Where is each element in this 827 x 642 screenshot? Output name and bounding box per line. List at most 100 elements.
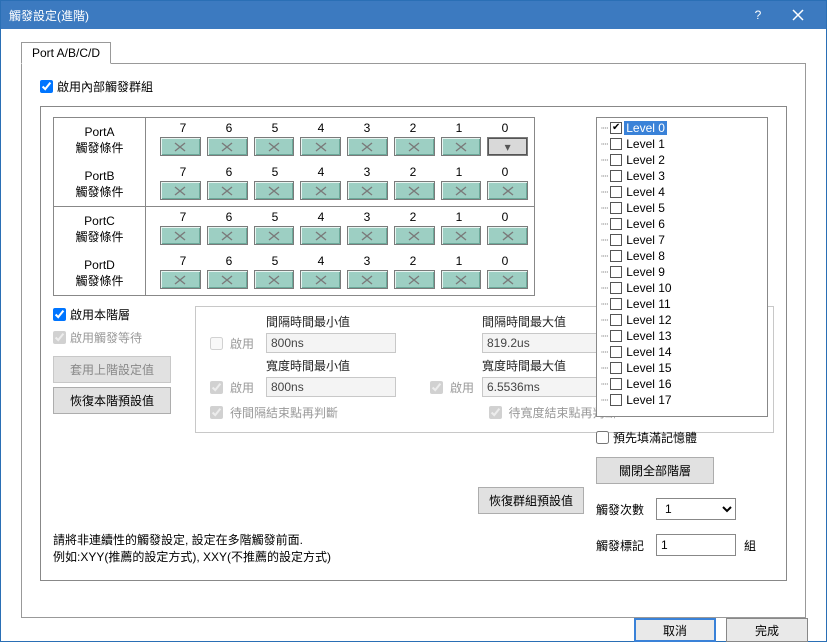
- level-item[interactable]: ┈Level 9: [601, 264, 765, 280]
- bit-cell[interactable]: ▾: [487, 137, 528, 156]
- enable-group-input[interactable]: [40, 80, 53, 93]
- level-checkbox[interactable]: [610, 138, 622, 150]
- bit-cell[interactable]: [394, 137, 435, 156]
- bit-cell[interactable]: [207, 226, 248, 245]
- dontcare-icon: [173, 230, 187, 242]
- bit-cell[interactable]: [300, 181, 341, 200]
- bit-cell[interactable]: [160, 181, 201, 200]
- level-checkbox[interactable]: [610, 186, 622, 198]
- bit-cell[interactable]: [207, 270, 248, 289]
- level-item[interactable]: ┈Level 10: [601, 280, 765, 296]
- level-label: Level 0: [624, 121, 667, 135]
- level-tree[interactable]: ┈✔Level 0┈Level 1┈Level 2┈Level 3┈Level …: [596, 117, 768, 417]
- level-checkbox[interactable]: [610, 362, 622, 374]
- bit-header-cell: 3: [344, 254, 390, 268]
- level-item[interactable]: ┈Level 14: [601, 344, 765, 360]
- close-button[interactable]: [778, 1, 818, 29]
- level-item[interactable]: ┈Level 2: [601, 152, 765, 168]
- bit-cell[interactable]: [347, 181, 388, 200]
- tab-panel: 啟用內部觸發群組 PortA觸發條件76543210▾PortB觸發條件7654…: [21, 63, 806, 618]
- bit-cell[interactable]: [487, 226, 528, 245]
- prefill-mem-input[interactable]: [596, 431, 609, 444]
- bit-cell[interactable]: [207, 137, 248, 156]
- bit-cell[interactable]: [300, 270, 341, 289]
- ok-button[interactable]: 完成: [726, 618, 808, 642]
- right-column: ┈✔Level 0┈Level 1┈Level 2┈Level 3┈Level …: [596, 117, 768, 556]
- level-checkbox[interactable]: [610, 154, 622, 166]
- level-item[interactable]: ┈Level 7: [601, 232, 765, 248]
- level-item[interactable]: ┈Level 8: [601, 248, 765, 264]
- level-item[interactable]: ┈Level 5: [601, 200, 765, 216]
- tab-ports[interactable]: Port A/B/C/D: [21, 42, 111, 64]
- trigger-mark-input[interactable]: [656, 534, 736, 556]
- help-button[interactable]: ?: [738, 1, 778, 29]
- prefill-mem-checkbox[interactable]: 預先填滿記憶體: [596, 429, 697, 446]
- bit-cell[interactable]: [347, 270, 388, 289]
- level-item[interactable]: ┈Level 11: [601, 296, 765, 312]
- level-checkbox[interactable]: [610, 250, 622, 262]
- trigger-count-select[interactable]: 1: [656, 498, 736, 520]
- level-checkbox[interactable]: [610, 298, 622, 310]
- level-item[interactable]: ┈✔Level 0: [601, 120, 765, 136]
- enable-group-checkbox[interactable]: 啟用內部觸發群組: [40, 78, 153, 95]
- level-checkbox[interactable]: [610, 394, 622, 406]
- level-item[interactable]: ┈Level 1: [601, 136, 765, 152]
- level-tree-scroll[interactable]: ┈✔Level 0┈Level 1┈Level 2┈Level 3┈Level …: [597, 118, 767, 416]
- level-checkbox[interactable]: [610, 330, 622, 342]
- level-item[interactable]: ┈Level 13: [601, 328, 765, 344]
- level-checkbox[interactable]: ✔: [610, 122, 622, 134]
- level-checkbox[interactable]: [610, 266, 622, 278]
- restore-layer-button[interactable]: 恢復本階預設值: [53, 387, 171, 414]
- level-item[interactable]: ┈Level 6: [601, 216, 765, 232]
- bit-cell[interactable]: [254, 270, 295, 289]
- bit-cell[interactable]: [347, 226, 388, 245]
- bit-header-cell: 1: [436, 121, 482, 135]
- bit-cell[interactable]: [254, 137, 295, 156]
- bit-cell[interactable]: [254, 226, 295, 245]
- level-item[interactable]: ┈Level 15: [601, 360, 765, 376]
- level-checkbox[interactable]: [610, 234, 622, 246]
- bit-header: 76543210: [160, 254, 528, 268]
- bit-cell[interactable]: [487, 270, 528, 289]
- level-checkbox[interactable]: [610, 170, 622, 182]
- tree-branch-icon: ┈: [601, 169, 608, 183]
- restore-group-default-button[interactable]: 恢復群組預設值: [478, 487, 584, 514]
- level-checkbox[interactable]: [610, 218, 622, 230]
- bit-cell[interactable]: [487, 181, 528, 200]
- bit-cell[interactable]: [394, 270, 435, 289]
- level-item[interactable]: ┈Level 16: [601, 376, 765, 392]
- level-checkbox[interactable]: [610, 202, 622, 214]
- enable-layer-checkbox[interactable]: 啟用本階層: [53, 306, 185, 323]
- level-item[interactable]: ┈Level 3: [601, 168, 765, 184]
- bit-cell[interactable]: [441, 270, 482, 289]
- bit-cell[interactable]: [160, 137, 201, 156]
- bit-cell[interactable]: [394, 181, 435, 200]
- close-all-layers-button[interactable]: 關閉全部階層: [596, 457, 714, 484]
- bit-cell[interactable]: [160, 226, 201, 245]
- bit-cell[interactable]: [441, 137, 482, 156]
- level-checkbox[interactable]: [610, 346, 622, 358]
- bit-cell[interactable]: [300, 137, 341, 156]
- dontcare-icon: [454, 185, 468, 197]
- bit-cell[interactable]: [394, 226, 435, 245]
- level-item[interactable]: ┈Level 4: [601, 184, 765, 200]
- level-checkbox[interactable]: [610, 282, 622, 294]
- trigger-mark-label: 觸發標記: [596, 537, 648, 554]
- level-checkbox[interactable]: [610, 314, 622, 326]
- interval-min-value: 800ns: [266, 333, 396, 353]
- bit-cell[interactable]: [207, 181, 248, 200]
- level-item[interactable]: ┈Level 12: [601, 312, 765, 328]
- bit-cell[interactable]: [300, 226, 341, 245]
- level-item[interactable]: ┈Level 17: [601, 392, 765, 408]
- bit-header-cell: 0: [482, 165, 528, 179]
- bit-cell[interactable]: [441, 181, 482, 200]
- bit-cell[interactable]: [347, 137, 388, 156]
- level-checkbox[interactable]: [610, 378, 622, 390]
- cancel-button[interactable]: 取消: [634, 618, 716, 642]
- bit-cell[interactable]: [254, 181, 295, 200]
- bit-cell[interactable]: [441, 226, 482, 245]
- width-min-label: 寬度時間最小值: [266, 357, 426, 374]
- enable-layer-label: 啟用本階層: [70, 306, 130, 323]
- enable-layer-input[interactable]: [53, 308, 66, 321]
- bit-cell[interactable]: [160, 270, 201, 289]
